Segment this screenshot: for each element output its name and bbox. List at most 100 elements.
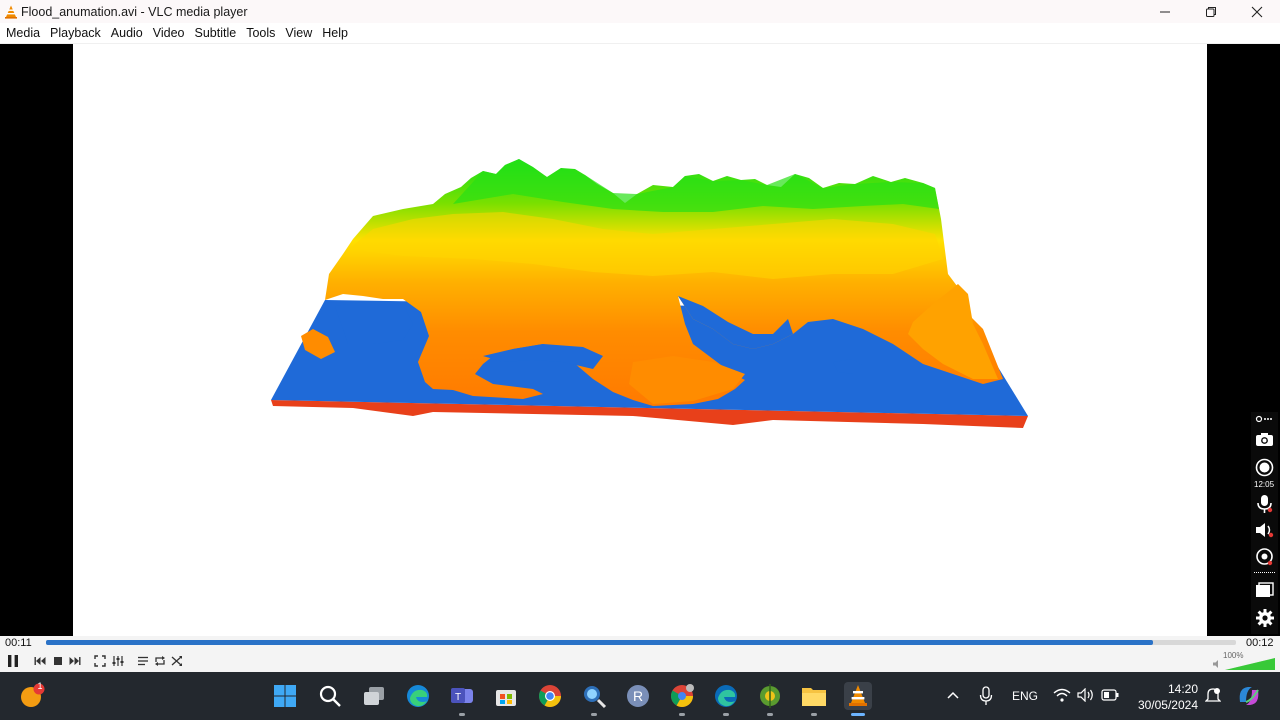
- taskbar-magnifier-app[interactable]: [580, 682, 608, 716]
- control-buttons: [0, 652, 1280, 672]
- input-language[interactable]: ENG: [1012, 689, 1038, 703]
- running-indicator: [723, 713, 729, 716]
- close-button[interactable]: [1234, 0, 1280, 23]
- menu-tools[interactable]: Tools: [242, 23, 279, 44]
- menu-media[interactable]: Media: [2, 23, 44, 44]
- previous-button[interactable]: [31, 652, 49, 670]
- notification-badge: 1: [37, 681, 43, 691]
- stop-button[interactable]: [49, 652, 67, 670]
- chrome-profile-icon: [671, 684, 694, 707]
- taskbar-chrome-profile[interactable]: [668, 682, 696, 716]
- menu-video[interactable]: Video: [149, 23, 189, 44]
- loop-button[interactable]: [151, 652, 169, 670]
- next-icon: [69, 657, 81, 665]
- taskbar-edge-dev[interactable]: [712, 682, 740, 716]
- previous-icon: [34, 657, 46, 665]
- playlist-button[interactable]: [134, 652, 152, 670]
- flood-inlet-west: [335, 301, 413, 344]
- teams-icon: T: [451, 688, 473, 703]
- edge-icon: [407, 685, 429, 707]
- windows-taskbar: 1 T R ENG 14:20 30/05/2024: [0, 672, 1280, 720]
- vlc-cone-icon: [5, 5, 17, 19]
- title-bar: Flood_anumation.avi - VLC media player: [0, 0, 1280, 23]
- file-explorer-icon: [802, 688, 826, 706]
- wifi-icon[interactable]: [1053, 688, 1071, 702]
- taskbar-clock[interactable]: 14:20 30/05/2024: [1134, 681, 1198, 713]
- running-indicator: [679, 713, 685, 716]
- pause-button[interactable]: [4, 652, 22, 670]
- menu-view[interactable]: View: [281, 23, 316, 44]
- restore-button[interactable]: [1188, 0, 1234, 23]
- camera-icon[interactable]: [1255, 432, 1274, 447]
- window-title: Flood_anumation.avi - VLC media player: [21, 4, 248, 19]
- seek-row: 00:11 00:12: [0, 636, 1280, 650]
- vlc-taskbar-icon: [849, 685, 867, 706]
- running-indicator: [459, 713, 465, 716]
- fullscreen-icon: [94, 655, 106, 667]
- magnifier-app-icon: [584, 686, 607, 709]
- seek-progress: [46, 640, 1153, 645]
- seek-slider[interactable]: [46, 640, 1236, 645]
- microphone-tray-icon[interactable]: [979, 686, 993, 706]
- task-view-icon: [364, 687, 384, 705]
- taskbar-chrome[interactable]: [536, 682, 564, 710]
- copilot-icon[interactable]: [1236, 684, 1262, 708]
- clock-date: 30/05/2024: [1137, 698, 1198, 712]
- chevron-up-icon[interactable]: [946, 690, 960, 700]
- extended-settings-button[interactable]: [109, 652, 127, 670]
- microphone-icon[interactable]: [1256, 494, 1273, 514]
- taskbar-edge[interactable]: [404, 682, 432, 710]
- start-button[interactable]: [271, 682, 299, 710]
- playlist-icon: [138, 656, 148, 666]
- terrain-flood-render: [271, 159, 1028, 428]
- running-indicator: [591, 713, 597, 716]
- taskbar-store[interactable]: [492, 682, 520, 710]
- taskbar-search-button[interactable]: [316, 682, 344, 710]
- player-controls: 00:11 00:12 100%: [0, 636, 1280, 672]
- qgis-icon: [760, 684, 780, 708]
- notification-app[interactable]: 1: [18, 681, 46, 710]
- notification-bell-icon[interactable]: [1205, 687, 1221, 705]
- recording-time: 12:05: [1254, 480, 1275, 489]
- svg-text:T: T: [455, 692, 461, 703]
- volume-speaker-icon: [1213, 660, 1218, 668]
- loop-icon: [155, 656, 165, 666]
- shuffle-icon: [171, 656, 182, 666]
- volume-slider[interactable]: 100%: [1212, 651, 1276, 670]
- taskbar-teams[interactable]: T: [448, 682, 476, 716]
- r-icon: R: [627, 685, 649, 707]
- chrome-icon: [539, 685, 561, 707]
- taskbar-r[interactable]: R: [624, 682, 652, 710]
- menu-subtitle[interactable]: Subtitle: [191, 23, 241, 44]
- extended-settings-icon: [112, 656, 124, 666]
- record-icon[interactable]: [1255, 458, 1274, 477]
- webcam-icon[interactable]: [1255, 548, 1274, 567]
- menu-audio[interactable]: Audio: [107, 23, 147, 44]
- volume-tray-icon[interactable]: [1077, 688, 1095, 702]
- pause-icon: [8, 655, 18, 667]
- video-area[interactable]: 12:05: [0, 44, 1280, 636]
- speaker-icon[interactable]: [1255, 522, 1274, 538]
- svg-text:R: R: [633, 688, 643, 704]
- stop-icon: [54, 657, 62, 665]
- minimize-icon: [1160, 11, 1170, 12]
- video-frame: [73, 44, 1207, 636]
- active-indicator: [851, 713, 865, 716]
- minimize-button[interactable]: [1142, 0, 1188, 23]
- next-button[interactable]: [66, 652, 84, 670]
- start-icon: [274, 685, 296, 707]
- menu-playback[interactable]: Playback: [46, 23, 105, 44]
- menu-help[interactable]: Help: [318, 23, 352, 44]
- link-icon[interactable]: [1255, 414, 1273, 424]
- taskbar-vlc[interactable]: [844, 682, 872, 716]
- search-icon: [319, 685, 341, 707]
- taskbar-qgis[interactable]: [756, 682, 784, 716]
- shuffle-button[interactable]: [168, 652, 186, 670]
- gear-icon[interactable]: [1255, 608, 1275, 628]
- task-view-button[interactable]: [360, 682, 388, 710]
- window-icon[interactable]: [1255, 582, 1274, 599]
- volume-wedge: [1225, 658, 1275, 670]
- battery-icon[interactable]: [1101, 689, 1119, 701]
- taskbar-file-explorer[interactable]: [800, 682, 828, 716]
- fullscreen-button[interactable]: [91, 652, 109, 670]
